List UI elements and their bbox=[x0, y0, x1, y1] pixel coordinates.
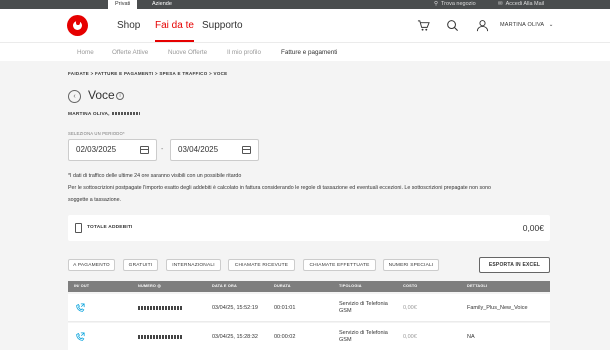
col-dettagli: DETTAGLI bbox=[467, 284, 488, 288]
date-to-field[interactable]: 03/04/2025 bbox=[170, 139, 259, 161]
filter-internazionali[interactable]: INTERNAZIONALI bbox=[166, 259, 221, 271]
subnav-nuove-offerte[interactable]: Nuove Offerte bbox=[168, 43, 207, 62]
page-title: Voce bbox=[88, 88, 115, 102]
table-row[interactable]: 03/04/25, 15:28:32 00:00:02 Servizio di … bbox=[68, 323, 550, 350]
table-header: IN/ OUT NUMERO ◎ DATA E ORA DURATA TIPOL… bbox=[68, 281, 550, 292]
user-icon[interactable] bbox=[476, 19, 489, 32]
col-costo: COSTO bbox=[403, 284, 418, 288]
chevron-left-icon: ‹ bbox=[73, 93, 76, 100]
subnav-profilo[interactable]: Il mio profilo bbox=[227, 43, 261, 62]
nav-shop[interactable]: Shop bbox=[117, 9, 140, 42]
mail-icon: ✉ bbox=[498, 1, 503, 7]
export-excel-button[interactable]: ESPORTA IN EXCEL bbox=[479, 257, 550, 273]
store-locator-label: Trova negozio bbox=[441, 1, 476, 7]
call-cost: 0,00€ bbox=[403, 334, 417, 340]
tab-privati[interactable]: Privati bbox=[108, 0, 138, 9]
filter-gratuiti[interactable]: GRATUITI bbox=[123, 259, 158, 271]
masked-number bbox=[138, 306, 182, 310]
vodafone-logo[interactable] bbox=[67, 15, 88, 36]
filter-chiamate-ricevute[interactable]: CHIAMATE RICEVUTE bbox=[228, 259, 295, 271]
period-label: SELEZIONA UN PERIODO* bbox=[68, 131, 125, 136]
calendar-icon[interactable] bbox=[140, 146, 149, 154]
calendar-icon[interactable] bbox=[242, 146, 251, 154]
account-menu[interactable]: MARTINA OLIVA ⌄ bbox=[500, 18, 554, 33]
subnav-fatture-pagamenti[interactable]: Fatture e pagamenti bbox=[281, 43, 337, 62]
nav-supporto[interactable]: Supporto bbox=[202, 9, 243, 42]
call-cost: 0,00€ bbox=[403, 305, 417, 311]
username-label: MARTINA OLIVA bbox=[500, 22, 544, 28]
col-in-out: IN/ OUT bbox=[74, 284, 90, 288]
eye-icon[interactable]: ◎ bbox=[157, 284, 161, 288]
call-details: NA bbox=[467, 334, 475, 340]
total-charges-value: 0,00€ bbox=[522, 223, 544, 233]
call-type: Servizio di Telefonia GSM bbox=[339, 330, 388, 343]
traffic-delay-note: *I dati di traffico delle ultime 24 ore … bbox=[68, 173, 242, 179]
location-pin-icon: ⚲ bbox=[434, 1, 439, 7]
date-from-value: 02/03/2025 bbox=[76, 145, 117, 154]
info-icon[interactable]: i bbox=[116, 92, 124, 100]
utility-bar: Privati Aziende ⚲ Trova negozio ✉ Accedi… bbox=[0, 0, 610, 9]
total-charges-label: TOTALE ADDEBITI bbox=[87, 225, 133, 230]
tax-note-line2: soggette a tassazione. bbox=[68, 197, 122, 203]
call-duration: 00:00:02 bbox=[274, 334, 296, 340]
call-datetime: 03/04/25, 15:52:19 bbox=[212, 305, 258, 311]
main-header: Shop Fai da te Supporto MARTINA OLIVA ⌄ bbox=[0, 9, 610, 42]
call-type: Servizio di Telefonia GSM bbox=[339, 301, 388, 314]
outgoing-call-icon bbox=[75, 303, 85, 313]
col-numero: NUMERO ◎ bbox=[138, 284, 161, 288]
account-name: MARTINA OLIVA, bbox=[68, 112, 140, 117]
col-tipologia: TIPOLOGIA bbox=[339, 284, 362, 288]
filter-numeri-speciali[interactable]: NUMERI SPECIALI bbox=[383, 259, 439, 271]
breadcrumb[interactable]: FAIDATE > FATTURE E PAGAMENTI > SPESA E … bbox=[68, 71, 227, 76]
mail-login-label: Accedi Alla Mail bbox=[505, 1, 545, 7]
call-duration: 00:01:01 bbox=[274, 305, 296, 311]
total-charges-card: TOTALE ADDEBITI 0,00€ bbox=[68, 215, 550, 241]
nav-fai-da-te[interactable]: Fai da te bbox=[155, 9, 194, 42]
call-datetime: 03/04/25, 15:28:32 bbox=[212, 334, 258, 340]
subnav-home[interactable]: Home bbox=[77, 43, 94, 62]
outgoing-call-icon bbox=[75, 332, 85, 342]
receipt-icon bbox=[75, 223, 82, 233]
tax-note-line1: Per le sottoscrizioni postpagate l'impor… bbox=[68, 185, 491, 191]
table-row[interactable]: 03/04/25, 15:52:19 00:01:01 Servizio di … bbox=[68, 294, 550, 322]
sub-navigation: Home Offerte Attive Nuove Offerte Il mio… bbox=[0, 42, 610, 61]
redacted-number bbox=[111, 112, 140, 116]
date-from-field[interactable]: 02/03/2025 bbox=[68, 139, 157, 161]
tab-aziende[interactable]: Aziende bbox=[145, 0, 179, 9]
col-durata: DURATA bbox=[274, 284, 291, 288]
subnav-offerte-attive[interactable]: Offerte Attive bbox=[112, 43, 148, 62]
filter-chiamate-effettuate[interactable]: CHIAMATE EFFETTUATE bbox=[303, 259, 376, 271]
search-icon[interactable] bbox=[446, 19, 459, 32]
col-data-ora: DATA E ORA bbox=[212, 284, 237, 288]
masked-number bbox=[138, 335, 182, 339]
cart-icon[interactable] bbox=[417, 19, 430, 32]
filter-a-pagamento[interactable]: A PAGAMENTO bbox=[68, 259, 115, 271]
store-locator-link[interactable]: ⚲ Trova negozio bbox=[434, 0, 476, 9]
chevron-down-icon: ⌄ bbox=[548, 22, 554, 28]
date-separator: - bbox=[161, 146, 164, 153]
mail-login-link[interactable]: ✉ Accedi Alla Mail bbox=[498, 0, 544, 9]
back-button[interactable]: ‹ bbox=[68, 90, 81, 103]
date-to-value: 03/04/2025 bbox=[178, 145, 219, 154]
call-details: Family_Plus_New_Voice bbox=[467, 305, 528, 311]
